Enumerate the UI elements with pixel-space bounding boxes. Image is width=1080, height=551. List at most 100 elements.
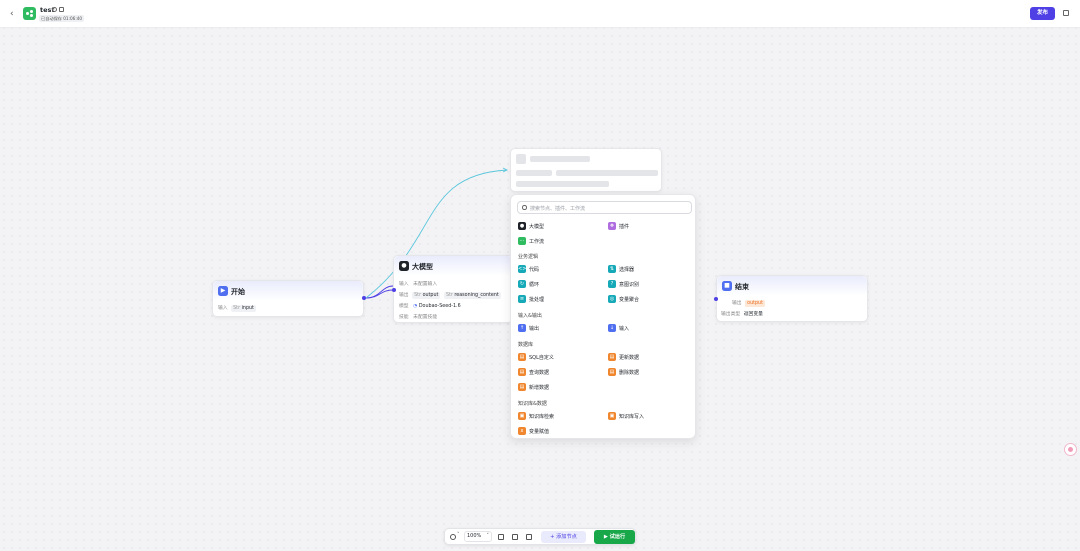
picker-item-label: 变量赋值 [529,429,550,435]
node-search-input[interactable]: 搜索节点、插件、工作流 [517,201,692,214]
edge-start-to-llm-2 [365,285,394,299]
llm-input-value: 未配置输入 [413,282,438,287]
new-node-placeholder [510,148,662,192]
end-node-title: 结束 [735,282,749,291]
variable-icon: x [518,427,526,435]
zoom-value: 100% [467,533,482,539]
end-input-handle[interactable] [714,297,718,301]
llm-model-row: 模型 ◔ Doubao-Seed-1.6 [399,302,461,309]
llm-icon: ● [399,261,409,271]
workflow-icon: ⋯ [518,237,526,245]
llm-output-row: 输出 Str output Str reasoning_content [399,291,501,299]
intent-icon: ? [608,280,616,288]
placeholder-icon [516,154,526,164]
picker-item-label: 更新数据 [619,355,640,361]
end-output-type-value: 返回变量 [743,312,763,317]
aggregate-icon: ◎ [608,295,616,303]
picker-item-label: 删除数据 [619,370,640,376]
end-icon: ■ [722,281,732,291]
start-input-row: 输入 Str input [218,304,256,312]
llm-output-type-1: Str [414,293,422,298]
placeholder-line [556,170,658,176]
section-io: 输入&输出 [518,313,542,319]
picker-item-label: 新增数据 [529,385,550,391]
end-output-row: 输出 output [732,299,765,307]
comment-icon[interactable] [498,534,504,540]
input-icon: ↓ [608,324,616,332]
database-icon: ▤ [518,368,526,376]
database-icon: ▤ [608,368,616,376]
llm-input-handle[interactable] [392,288,396,292]
section-database: 数据库 [518,342,534,348]
zoom-select[interactable]: 100% ˅ [464,531,492,542]
llm-model-name: Doubao-Seed-1.6 [418,304,461,309]
llm-output-1: output [422,293,439,298]
llm-output-label: 输出 [399,293,409,298]
start-node-title: 开始 [231,287,245,296]
end-node[interactable]: ■ 结束 输出 output 输出类型 返回变量 [716,275,868,322]
llm-skill-label: 技能 [399,315,409,320]
end-output-var: output [745,300,765,307]
picker-item-label: 知识库检索 [529,414,555,420]
knowledge-icon: ▣ [608,412,616,420]
knowledge-icon: ▣ [518,412,526,420]
picker-item-label: 输入 [619,326,630,332]
search-placeholder: 搜索节点、插件、工作流 [530,206,586,212]
search-icon [522,205,527,210]
edge-start-to-llm [365,289,394,299]
picker-item-label: 知识库写入 [619,414,645,420]
loop-icon: ↻ [518,280,526,288]
start-output-handle[interactable] [362,296,366,300]
batch-icon: ≡ [518,295,526,303]
placeholder-title [530,156,590,162]
llm-output-2: reasoning_content [454,293,499,298]
model-icon: ◔ [413,304,418,309]
selector-icon: ⇅ [608,265,616,273]
start-node[interactable]: ▶ 开始 输入 Str input [212,280,364,317]
section-business-logic: 业务逻辑 [518,254,539,260]
end-output-type-row: 输出类型 返回变量 [721,310,763,317]
start-input-tag: Str input [231,305,256,312]
picker-item-label: 大模型 [529,224,545,230]
placeholder-line [516,170,552,176]
start-icon: ▶ [218,286,228,296]
layout-icon[interactable] [512,534,518,540]
database-icon: ▤ [518,383,526,391]
database-icon: ▤ [518,353,526,361]
chevron-down-icon: ˅ [486,533,490,539]
picker-item-label: 变量聚合 [619,297,640,303]
chevron-down-icon[interactable]: ˅ [457,532,460,538]
picker-item-label: 工作流 [529,239,545,245]
end-output-label: 输出 [732,301,742,306]
picker-item-label: 批处理 [529,297,545,303]
llm-output-type-2: Str [445,293,453,298]
llm-output-tag-2: Str reasoning_content [443,292,501,299]
picker-item-label: 意图识别 [619,282,640,288]
llm-input-label: 输入 [399,282,409,287]
start-input-name: input [241,306,254,311]
llm-node[interactable]: ● 大模型 输入 未配置输入 输出 Str output Str reasoni… [393,255,513,323]
llm-model-label: 模型 [399,304,409,309]
test-run-label: 试运行 [609,534,626,540]
canvas-toolbar: ˅ 100% ˅ + 添加节点 ▶ 试运行 [444,528,636,545]
placeholder-line [516,181,609,187]
hand-icon[interactable] [450,534,456,540]
node-picker-panel: 搜索节点、插件、工作流 ● 大模型 ❖ 插件 ⋯ 工作流 业务逻辑 <> 代码 … [510,194,696,439]
picker-item-label: 循环 [529,282,540,288]
llm-skill-value: 未配置技能 [413,315,438,320]
minimap-icon[interactable] [526,534,532,540]
test-run-button[interactable]: ▶ 试运行 [594,530,635,544]
add-node-button[interactable]: + 添加节点 [541,531,586,543]
picker-item-label: 查询数据 [529,370,550,376]
llm-input-row: 输入 未配置输入 [399,280,437,287]
llm-icon: ● [518,222,526,230]
picker-item-label: SQL自定义 [529,355,554,361]
llm-output-tag-1: Str output [412,292,441,299]
output-icon: ↑ [518,324,526,332]
avatar-face [1068,447,1073,452]
database-icon: ▤ [608,353,616,361]
end-output-type-label: 输出类型 [721,312,741,317]
assistant-avatar[interactable] [1064,443,1077,456]
picker-item-label: 输出 [529,326,540,332]
picker-item-label: 代码 [529,267,540,273]
